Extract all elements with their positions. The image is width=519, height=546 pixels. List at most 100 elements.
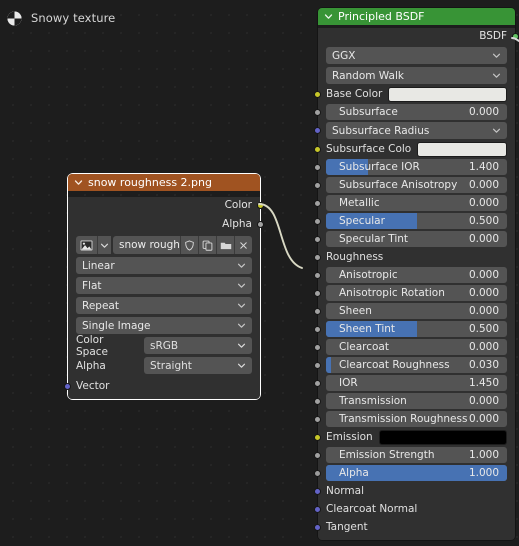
socket-input[interactable] xyxy=(314,218,321,225)
value-slider[interactable]: Anisotropic 0.000 xyxy=(326,267,507,283)
copy-icon[interactable] xyxy=(198,236,216,254)
value-slider[interactable]: Subsurface Anisotropy 0.000 xyxy=(326,177,507,193)
output-row-color[interactable]: Color xyxy=(76,197,264,213)
input-row-alpha[interactable]: Alpha 1.000 xyxy=(314,465,507,481)
socket-input[interactable] xyxy=(314,109,321,116)
socket-input[interactable] xyxy=(314,164,321,171)
value-slider[interactable]: Specular 0.500 xyxy=(326,213,507,229)
input-row-specular-tint[interactable]: Specular Tint 0.000 xyxy=(314,231,507,247)
socket-input[interactable] xyxy=(314,290,321,297)
color-swatch[interactable] xyxy=(417,141,507,157)
property-color-space[interactable]: Color Space sRGB xyxy=(76,334,252,358)
input-row-anisotropic-rotation[interactable]: Anisotropic Rotation 0.000 xyxy=(314,285,507,301)
socket-input[interactable] xyxy=(314,254,321,261)
socket-input[interactable] xyxy=(314,91,321,98)
value-slider[interactable]: Transmission 0.000 xyxy=(326,393,507,409)
input-row-roughness[interactable]: Roughness xyxy=(314,249,507,265)
property-alpha[interactable]: Alpha Straight xyxy=(76,357,252,374)
value-slider[interactable]: Clearcoat 0.000 xyxy=(326,339,507,355)
node-header-image-texture[interactable]: snow roughness 2.png xyxy=(68,174,260,191)
socket-input[interactable] xyxy=(314,182,321,189)
value-slider[interactable]: Anisotropic Rotation 0.000 xyxy=(326,285,507,301)
socket-input[interactable] xyxy=(314,398,321,405)
input-row-subsurface-radius[interactable]: Subsurface Radius xyxy=(314,122,507,139)
chevron-down-icon[interactable] xyxy=(74,178,83,187)
property-dropdown[interactable]: Straight xyxy=(144,357,252,374)
socket-input[interactable] xyxy=(314,146,321,153)
value-slider[interactable]: Emission Strength 1.000 xyxy=(326,447,507,463)
socket-input[interactable] xyxy=(314,236,321,243)
input-row-emission-strength[interactable]: Emission Strength 1.000 xyxy=(314,447,507,463)
input-row-specular[interactable]: Specular 0.500 xyxy=(314,213,507,229)
socket-input[interactable] xyxy=(314,434,321,441)
value-slider[interactable]: Alpha 1.000 xyxy=(326,465,507,481)
input-row-transmission-roughness[interactable]: Transmission Roughness 0.000 xyxy=(314,411,507,427)
socket-input[interactable] xyxy=(314,488,321,495)
x-icon[interactable] xyxy=(234,236,252,254)
socket-input[interactable] xyxy=(64,383,71,390)
dropdown-subsurface-method[interactable]: Random Walk xyxy=(326,67,507,84)
socket-input[interactable] xyxy=(314,452,321,459)
socket-input[interactable] xyxy=(314,272,321,279)
color-swatch[interactable] xyxy=(378,429,507,445)
socket-input[interactable] xyxy=(314,362,321,369)
socket-output-alpha[interactable] xyxy=(257,221,264,228)
value-slider[interactable]: Subsurface 0.000 xyxy=(326,104,507,120)
socket-input[interactable] xyxy=(314,506,321,513)
input-row-metallic[interactable]: Metallic 0.000 xyxy=(314,195,507,211)
socket-input[interactable] xyxy=(314,200,321,207)
value-slider[interactable]: Subsurface IOR 1.400 xyxy=(326,159,507,175)
socket-input[interactable] xyxy=(314,380,321,387)
input-row-emission[interactable]: Emission xyxy=(314,429,507,445)
input-row-anisotropic[interactable]: Anisotropic 0.000 xyxy=(314,267,507,283)
dropdown-source[interactable]: Single Image xyxy=(76,317,252,334)
property-dropdown[interactable]: sRGB xyxy=(144,337,252,354)
input-row-subsurface[interactable]: Subsurface 0.000 xyxy=(314,104,507,120)
dropdown-projection[interactable]: Flat xyxy=(76,277,252,294)
dropdown-distribution[interactable]: GGX xyxy=(326,47,507,64)
color-swatch[interactable] xyxy=(388,86,507,102)
socket-input[interactable] xyxy=(314,344,321,351)
input-row-clearcoat[interactable]: Clearcoat 0.000 xyxy=(314,339,507,355)
socket-input[interactable] xyxy=(314,470,321,477)
value-slider[interactable]: Clearcoat Roughness 0.030 xyxy=(326,357,507,373)
node-principled-bsdf[interactable]: Principled BSDF BSDF GGX Random Walk Bas… xyxy=(314,8,519,540)
value-slider[interactable]: Sheen Tint 0.500 xyxy=(326,321,507,337)
socket-input[interactable] xyxy=(314,416,321,423)
value-slider[interactable]: Transmission Roughness 0.000 xyxy=(326,411,507,427)
input-row-ior[interactable]: IOR 1.450 xyxy=(314,375,507,391)
output-row-alpha[interactable]: Alpha xyxy=(76,216,264,232)
socket-input[interactable] xyxy=(314,127,321,134)
input-row-clearcoat-roughness[interactable]: Clearcoat Roughness 0.030 xyxy=(314,357,507,373)
value-slider[interactable]: IOR 1.450 xyxy=(326,375,507,391)
input-row-vector[interactable]: Vector xyxy=(64,378,252,394)
socket-input[interactable] xyxy=(314,524,321,531)
image-data-icon[interactable] xyxy=(76,236,97,254)
dropdown-extension[interactable]: Repeat xyxy=(76,297,252,314)
node-image-texture[interactable]: snow roughness 2.png Color Alpha snow ro… xyxy=(64,174,264,399)
input-row-sheen[interactable]: Sheen 0.000 xyxy=(314,303,507,319)
socket-input[interactable] xyxy=(314,308,321,315)
socket-output-bsdf[interactable] xyxy=(512,33,519,40)
input-row-tangent[interactable]: Tangent xyxy=(314,519,507,535)
input-row-sheen-tint[interactable]: Sheen Tint 0.500 xyxy=(314,321,507,337)
socket-output-color[interactable] xyxy=(257,202,264,209)
input-row-clearcoat-normal[interactable]: Clearcoat Normal xyxy=(314,501,507,517)
input-row-transmission[interactable]: Transmission 0.000 xyxy=(314,393,507,409)
socket-input[interactable] xyxy=(314,326,321,333)
value-slider[interactable]: Metallic 0.000 xyxy=(326,195,507,211)
value-slider[interactable]: Specular Tint 0.000 xyxy=(326,231,507,247)
input-row-base-color[interactable]: Base Color xyxy=(314,86,507,102)
input-row-subsurface-ior[interactable]: Subsurface IOR 1.400 xyxy=(314,159,507,175)
dropdown-interpolation[interactable]: Linear xyxy=(76,257,252,274)
input-row-subsurface-colo[interactable]: Subsurface Colo xyxy=(314,141,507,157)
chevron-down-icon[interactable] xyxy=(324,12,333,21)
input-row-subsurface-anisotropy[interactable]: Subsurface Anisotropy 0.000 xyxy=(314,177,507,193)
image-browse-chevron-icon[interactable] xyxy=(97,236,111,254)
shield-icon[interactable] xyxy=(180,236,198,254)
output-row-bsdf[interactable]: BSDF xyxy=(326,28,519,44)
value-slider[interactable]: Sheen 0.000 xyxy=(326,303,507,319)
input-row-normal[interactable]: Normal xyxy=(314,483,507,499)
node-header-principled-bsdf[interactable]: Principled BSDF xyxy=(318,8,515,25)
folder-icon[interactable] xyxy=(216,236,234,254)
